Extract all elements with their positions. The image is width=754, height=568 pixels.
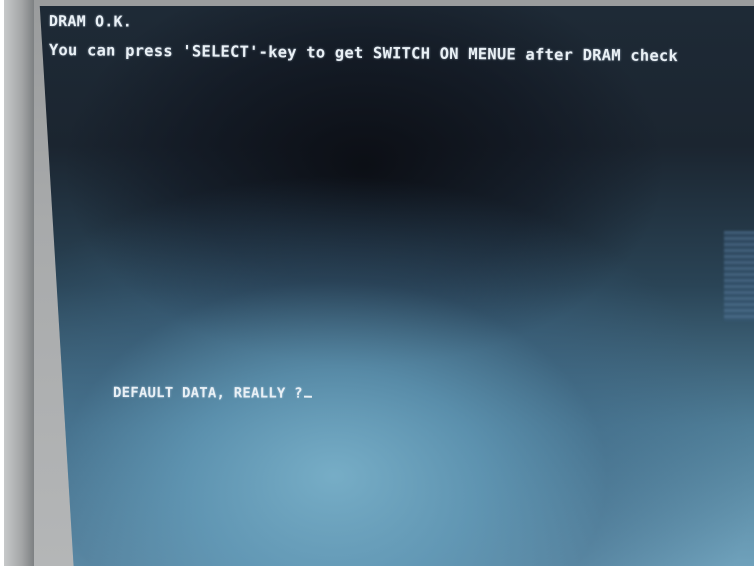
text-cursor-icon — [303, 395, 312, 398]
crt-screen — [39, 6, 754, 566]
default-data-prompt-text: DEFAULT DATA, REALLY ? — [112, 385, 303, 402]
photo-frame: DRAM O.K. You can press 'SELECT'-key to … — [0, 0, 754, 568]
dram-status-text: DRAM O.K. — [48, 12, 133, 31]
default-data-prompt: DEFAULT DATA, REALLY ? — [113, 385, 312, 402]
monitor-bezel-left-edge — [4, 0, 34, 566]
screen-reflection — [724, 231, 754, 321]
